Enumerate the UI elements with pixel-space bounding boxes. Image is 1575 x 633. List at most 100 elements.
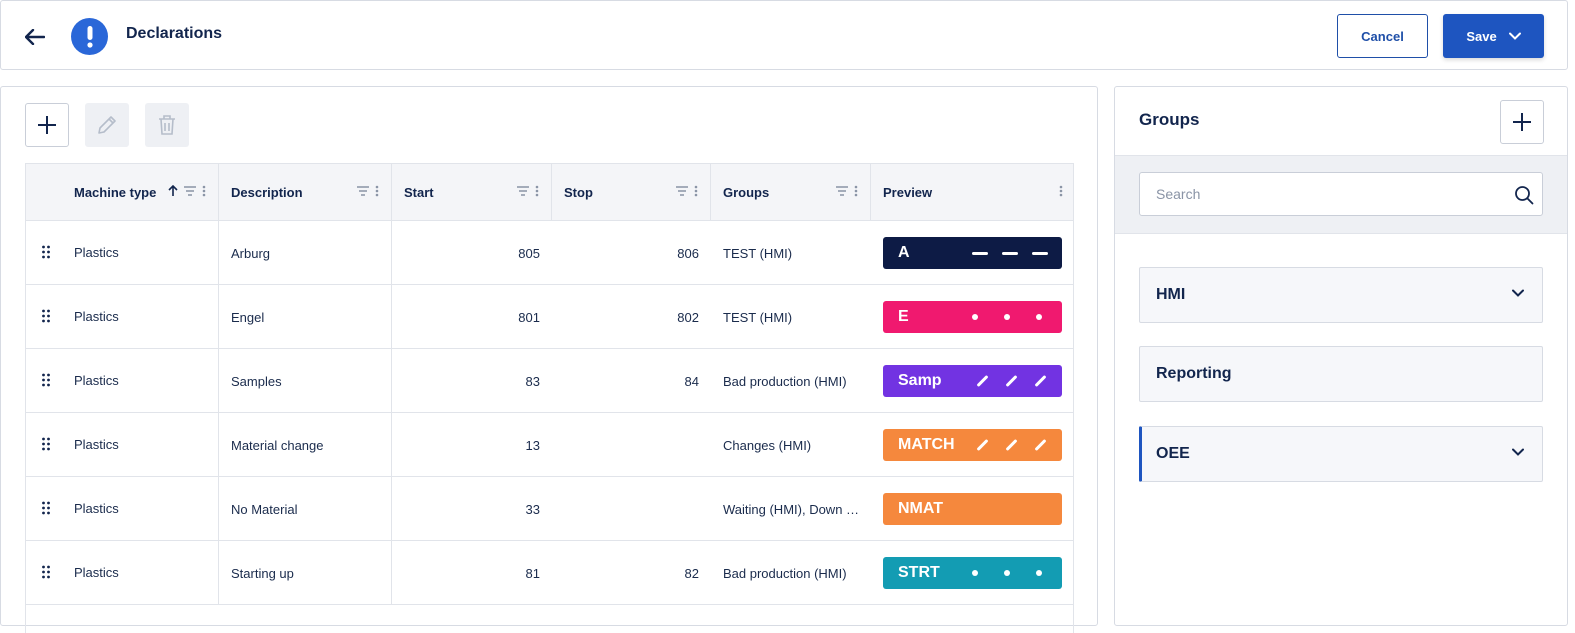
group-label: HMI bbox=[1156, 286, 1186, 303]
cell-stop bbox=[552, 413, 711, 477]
more-vertical-icon[interactable] bbox=[535, 185, 539, 197]
cell-groups: TEST (HMI) bbox=[723, 309, 793, 325]
column-label: Description bbox=[231, 185, 303, 200]
group-item-oee[interactable]: OEE bbox=[1139, 426, 1543, 482]
preview-text: MATCH bbox=[898, 436, 955, 453]
slash-mark bbox=[1034, 374, 1047, 388]
preview-marks bbox=[975, 365, 1048, 397]
preview-badge: Samp bbox=[883, 365, 1062, 397]
column-header-start[interactable]: Start bbox=[392, 164, 552, 221]
table-row[interactable]: Plastics No Material 33 Waiting (HMI), Down… bbox=[26, 477, 1073, 541]
more-vertical-icon[interactable] bbox=[854, 185, 858, 197]
more-vertical-icon[interactable] bbox=[1059, 185, 1063, 197]
cell-machine-type: Plastics bbox=[26, 349, 219, 413]
column-header-stop[interactable]: Stop bbox=[552, 164, 711, 221]
column-header-groups[interactable]: Groups bbox=[711, 164, 871, 221]
table-row[interactable]: Plastics Engel 801 802 TEST (HMI) E bbox=[26, 285, 1073, 349]
drag-handle-icon[interactable] bbox=[41, 245, 51, 259]
slash-mark bbox=[1005, 374, 1018, 388]
column-header-preview[interactable]: Preview bbox=[871, 164, 1073, 221]
column-label: Preview bbox=[883, 185, 933, 200]
preview-badge: E bbox=[883, 301, 1062, 333]
drag-handle-icon[interactable] bbox=[41, 373, 51, 387]
slash-mark bbox=[1005, 438, 1018, 452]
page-header: Declarations Cancel Save bbox=[0, 0, 1568, 70]
search-icon[interactable] bbox=[1514, 185, 1534, 205]
table-row[interactable]: Plastics Samples 83 84 Bad production (HMI) S… bbox=[26, 349, 1073, 413]
delete-declaration-button[interactable] bbox=[145, 103, 189, 147]
dot-mark bbox=[972, 314, 978, 320]
groups-title: Groups bbox=[1139, 110, 1200, 129]
preview-marks bbox=[966, 557, 1048, 589]
add-group-button[interactable] bbox=[1500, 100, 1544, 144]
table-row[interactable]: Plastics Material change 13 Changes (HMI) MA… bbox=[26, 413, 1073, 477]
cell-stop bbox=[552, 477, 711, 541]
more-vertical-icon[interactable] bbox=[694, 185, 698, 197]
column-header-machine-type[interactable]: Machine type bbox=[26, 164, 219, 221]
filter-icon[interactable] bbox=[676, 186, 688, 196]
filter-icon[interactable] bbox=[517, 186, 529, 196]
add-declaration-button[interactable] bbox=[25, 103, 69, 147]
cell-description: Engel bbox=[219, 285, 392, 349]
edit-declaration-button[interactable] bbox=[85, 103, 129, 147]
dot-mark bbox=[1004, 314, 1010, 320]
cell-groups: Bad production (HMI) bbox=[723, 565, 847, 581]
dot-mark bbox=[1036, 570, 1042, 576]
machine-type-text: Plastics bbox=[74, 373, 119, 388]
preview-text: STRT bbox=[898, 564, 940, 581]
cell-description: No Material bbox=[219, 477, 392, 541]
more-vertical-icon[interactable] bbox=[202, 185, 206, 197]
dash-mark bbox=[1002, 251, 1018, 255]
preview-badge: NMAT bbox=[883, 493, 1062, 525]
column-label: Stop bbox=[564, 185, 593, 200]
exclamation-icon bbox=[71, 18, 108, 55]
filter-icon[interactable] bbox=[357, 186, 369, 196]
arrow-left-icon bbox=[25, 29, 45, 45]
column-header-description[interactable]: Description bbox=[219, 164, 392, 221]
cell-description: Samples bbox=[219, 349, 392, 413]
slash-mark bbox=[1034, 438, 1047, 452]
cell-groups: TEST (HMI) bbox=[723, 245, 793, 261]
page-title: Declarations bbox=[126, 25, 223, 42]
filter-icon[interactable] bbox=[184, 186, 196, 196]
drag-handle-icon[interactable] bbox=[41, 309, 51, 323]
search-input[interactable] bbox=[1140, 173, 1480, 215]
preview-marks bbox=[972, 237, 1048, 269]
drag-handle-icon[interactable] bbox=[41, 437, 51, 451]
filter-icon[interactable] bbox=[836, 186, 848, 196]
save-button[interactable]: Save bbox=[1443, 14, 1544, 58]
chevron-down-icon bbox=[1508, 32, 1521, 40]
cancel-button[interactable]: Cancel bbox=[1337, 14, 1428, 58]
pencil-icon bbox=[98, 116, 116, 134]
more-vertical-icon[interactable] bbox=[375, 185, 379, 197]
cell-machine-type: Plastics bbox=[26, 541, 219, 605]
preview-text: A bbox=[898, 244, 910, 261]
cell-stop: 806 bbox=[677, 245, 699, 261]
drag-handle-icon[interactable] bbox=[41, 565, 51, 579]
preview-text: E bbox=[898, 308, 909, 325]
cell-groups: Bad production (HMI) bbox=[723, 373, 847, 389]
group-item-hmi[interactable]: HMI bbox=[1139, 267, 1543, 323]
cell-start: 805 bbox=[518, 245, 540, 261]
back-button[interactable] bbox=[21, 23, 49, 51]
table-row[interactable]: Plastics Starting up 81 82 Bad production (H… bbox=[26, 541, 1073, 605]
cell-groups: Waiting (HMI), Down … bbox=[723, 501, 860, 517]
save-button-label: Save bbox=[1466, 28, 1497, 44]
preview-badge: A bbox=[883, 237, 1062, 269]
cell-groups: Changes (HMI) bbox=[723, 437, 812, 453]
declarations-table: Machine type Description Start Stop Grou… bbox=[25, 163, 1074, 633]
group-item-reporting[interactable]: Reporting bbox=[1139, 346, 1543, 402]
chevron-down-icon bbox=[1512, 448, 1524, 456]
cell-stop: 84 bbox=[684, 373, 699, 389]
cell-machine-type: Plastics bbox=[26, 477, 219, 541]
drag-handle-icon[interactable] bbox=[41, 501, 51, 515]
machine-type-text: Plastics bbox=[74, 501, 119, 516]
cell-stop: 802 bbox=[677, 309, 699, 325]
sort-ascending-icon[interactable] bbox=[168, 185, 178, 197]
declarations-panel: Machine type Description Start Stop Grou… bbox=[0, 86, 1098, 633]
slash-mark bbox=[976, 438, 989, 452]
table-row[interactable]: Plastics Arburg 805 806 TEST (HMI) A bbox=[26, 221, 1073, 285]
machine-type-text: Plastics bbox=[74, 309, 119, 324]
cell-start: 83 bbox=[525, 373, 540, 389]
column-label: Start bbox=[404, 185, 434, 200]
